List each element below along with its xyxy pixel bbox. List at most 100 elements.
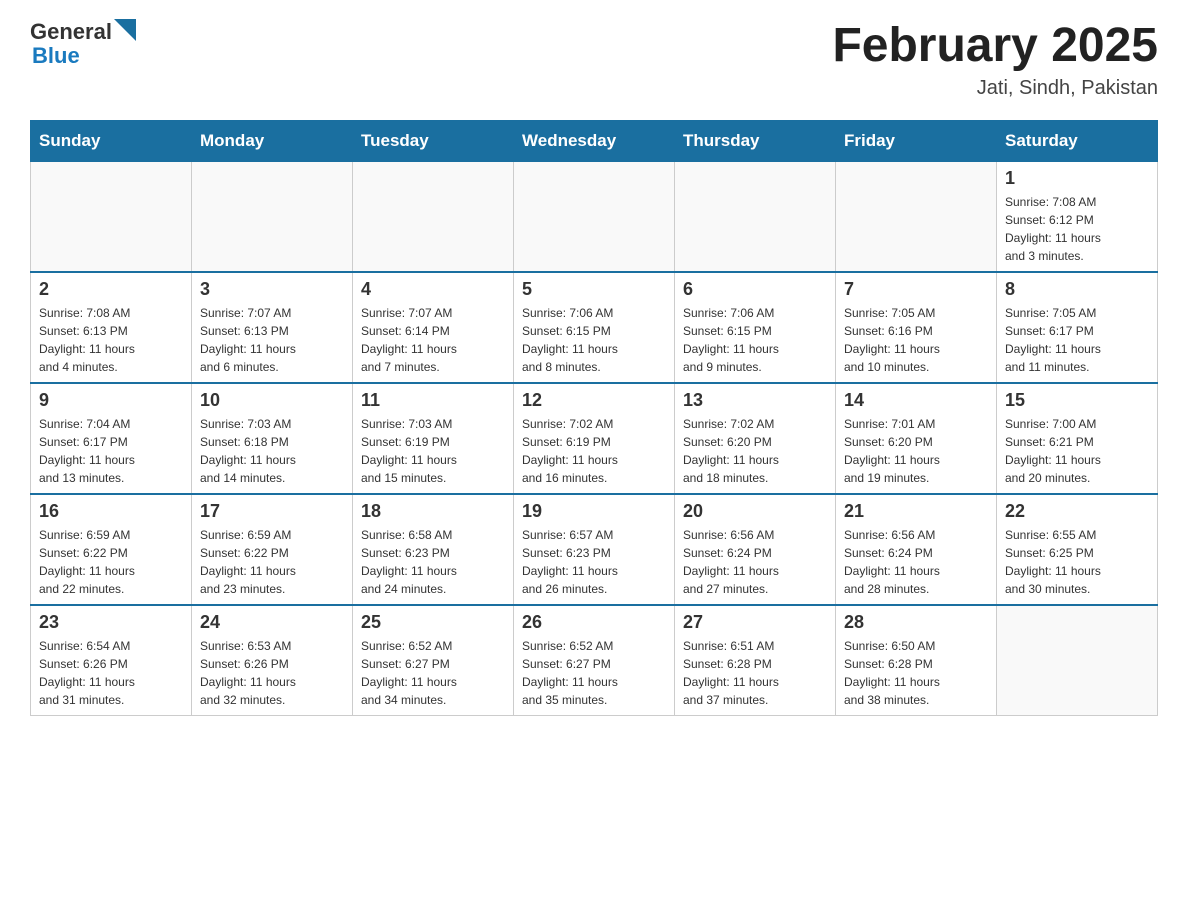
day-info: Sunrise: 6:52 AM Sunset: 6:27 PM Dayligh… bbox=[522, 637, 666, 709]
table-row: 10Sunrise: 7:03 AM Sunset: 6:18 PM Dayli… bbox=[192, 383, 353, 494]
logo-arrow-icon bbox=[114, 19, 136, 41]
header-row: Sunday Monday Tuesday Wednesday Thursday… bbox=[31, 120, 1158, 161]
day-info: Sunrise: 7:05 AM Sunset: 6:16 PM Dayligh… bbox=[844, 304, 988, 376]
day-number: 13 bbox=[683, 390, 827, 411]
table-row: 6 Sunrise: 7:06 AM Sunset: 6:15 PM Daylig… bbox=[675, 272, 836, 383]
calendar-title: February 2025 bbox=[832, 20, 1158, 73]
day-info: Sunrise: 6:53 AM Sunset: 6:26 PM Dayligh… bbox=[200, 637, 344, 709]
table-row: 25 Sunrise: 6:52 AM Sunset: 6:27 PM Dayli… bbox=[353, 605, 514, 716]
day-info: Sunrise: 7:07 AM Sunset: 6:13 PM Dayligh… bbox=[200, 304, 344, 376]
table-row: 19 Sunrise: 6:57 AM Sunset: 6:23 PM Dayli… bbox=[514, 494, 675, 605]
day-info: Sunrise: 7:02 AM Sunset: 6:19 PM Dayligh… bbox=[522, 415, 666, 487]
col-thursday: Thursday bbox=[675, 120, 836, 161]
table-row bbox=[836, 161, 997, 272]
day-info: Sunrise: 6:51 AM Sunset: 6:28 PM Dayligh… bbox=[683, 637, 827, 709]
day-number: 2 bbox=[39, 279, 183, 300]
page-header: General Blue February 2025 Jati, Sindh, … bbox=[30, 20, 1158, 100]
day-number: 22 bbox=[1005, 501, 1149, 522]
day-info: Sunrise: 7:06 AM Sunset: 6:15 PM Dayligh… bbox=[683, 304, 827, 376]
day-info: Sunrise: 7:05 AM Sunset: 6:17 PM Dayligh… bbox=[1005, 304, 1149, 376]
day-number: 18 bbox=[361, 501, 505, 522]
table-row: 16 Sunrise: 6:59 AM Sunset: 6:22 PM Dayli… bbox=[31, 494, 192, 605]
table-row: 23Sunrise: 6:54 AM Sunset: 6:26 PM Dayli… bbox=[31, 605, 192, 716]
table-row: 1Sunrise: 7:08 AM Sunset: 6:12 PM Daylig… bbox=[997, 161, 1158, 272]
week-row-2: 9 Sunrise: 7:04 AM Sunset: 6:17 PM Daylig… bbox=[31, 383, 1158, 494]
day-number: 12 bbox=[522, 390, 666, 411]
day-number: 25 bbox=[361, 612, 505, 633]
day-number: 1 bbox=[1005, 168, 1149, 189]
day-number: 17 bbox=[200, 501, 344, 522]
day-number: 26 bbox=[522, 612, 666, 633]
day-number: 3 bbox=[200, 279, 344, 300]
day-number: 21 bbox=[844, 501, 988, 522]
day-number: 9 bbox=[39, 390, 183, 411]
day-info: Sunrise: 7:06 AM Sunset: 6:15 PM Dayligh… bbox=[522, 304, 666, 376]
table-row: 27 Sunrise: 6:51 AM Sunset: 6:28 PM Dayli… bbox=[675, 605, 836, 716]
week-row-3: 16 Sunrise: 6:59 AM Sunset: 6:22 PM Dayli… bbox=[31, 494, 1158, 605]
table-row: 11 Sunrise: 7:03 AM Sunset: 6:19 PM Dayli… bbox=[353, 383, 514, 494]
title-section: February 2025 Jati, Sindh, Pakistan bbox=[832, 20, 1158, 100]
table-row bbox=[514, 161, 675, 272]
day-info: Sunrise: 6:56 AM Sunset: 6:24 PM Dayligh… bbox=[683, 526, 827, 598]
day-number: 14 bbox=[844, 390, 988, 411]
logo-blue: Blue bbox=[30, 44, 136, 68]
col-sunday: Sunday bbox=[31, 120, 192, 161]
day-number: 5 bbox=[522, 279, 666, 300]
day-info: Sunrise: 6:56 AM Sunset: 6:24 PM Dayligh… bbox=[844, 526, 988, 598]
day-number: 23 bbox=[39, 612, 183, 633]
day-number: 11 bbox=[361, 390, 505, 411]
calendar-subtitle: Jati, Sindh, Pakistan bbox=[832, 77, 1158, 100]
day-info: Sunrise: 6:50 AM Sunset: 6:28 PM Dayligh… bbox=[844, 637, 988, 709]
day-number: 24 bbox=[200, 612, 344, 633]
day-number: 28 bbox=[844, 612, 988, 633]
week-row-1: 2 Sunrise: 7:08 AM Sunset: 6:13 PM Daylig… bbox=[31, 272, 1158, 383]
day-info: Sunrise: 7:00 AM Sunset: 6:21 PM Dayligh… bbox=[1005, 415, 1149, 487]
table-row: 13 Sunrise: 7:02 AM Sunset: 6:20 PM Dayli… bbox=[675, 383, 836, 494]
day-info: Sunrise: 7:07 AM Sunset: 6:14 PM Dayligh… bbox=[361, 304, 505, 376]
table-row: 22 Sunrise: 6:55 AM Sunset: 6:25 PM Dayli… bbox=[997, 494, 1158, 605]
day-info: Sunrise: 6:55 AM Sunset: 6:25 PM Dayligh… bbox=[1005, 526, 1149, 598]
table-row bbox=[353, 161, 514, 272]
week-row-0: 1Sunrise: 7:08 AM Sunset: 6:12 PM Daylig… bbox=[31, 161, 1158, 272]
table-row: 8 Sunrise: 7:05 AM Sunset: 6:17 PM Daylig… bbox=[997, 272, 1158, 383]
day-number: 10 bbox=[200, 390, 344, 411]
day-info: Sunrise: 7:08 AM Sunset: 6:13 PM Dayligh… bbox=[39, 304, 183, 376]
table-row: 20 Sunrise: 6:56 AM Sunset: 6:24 PM Dayli… bbox=[675, 494, 836, 605]
table-row: 26 Sunrise: 6:52 AM Sunset: 6:27 PM Dayli… bbox=[514, 605, 675, 716]
table-row: 7 Sunrise: 7:05 AM Sunset: 6:16 PM Daylig… bbox=[836, 272, 997, 383]
calendar-table: Sunday Monday Tuesday Wednesday Thursday… bbox=[30, 120, 1158, 716]
day-number: 27 bbox=[683, 612, 827, 633]
day-number: 16 bbox=[39, 501, 183, 522]
day-info: Sunrise: 6:59 AM Sunset: 6:22 PM Dayligh… bbox=[39, 526, 183, 598]
table-row: 2 Sunrise: 7:08 AM Sunset: 6:13 PM Daylig… bbox=[31, 272, 192, 383]
logo: General Blue bbox=[30, 20, 136, 68]
day-info: Sunrise: 7:03 AM Sunset: 6:19 PM Dayligh… bbox=[361, 415, 505, 487]
day-info: Sunrise: 6:59 AM Sunset: 6:22 PM Dayligh… bbox=[200, 526, 344, 598]
day-number: 4 bbox=[361, 279, 505, 300]
week-row-4: 23Sunrise: 6:54 AM Sunset: 6:26 PM Dayli… bbox=[31, 605, 1158, 716]
col-saturday: Saturday bbox=[997, 120, 1158, 161]
table-row: 12 Sunrise: 7:02 AM Sunset: 6:19 PM Dayli… bbox=[514, 383, 675, 494]
day-info: Sunrise: 6:52 AM Sunset: 6:27 PM Dayligh… bbox=[361, 637, 505, 709]
table-row bbox=[31, 161, 192, 272]
day-info: Sunrise: 6:58 AM Sunset: 6:23 PM Dayligh… bbox=[361, 526, 505, 598]
col-wednesday: Wednesday bbox=[514, 120, 675, 161]
table-row: 15Sunrise: 7:00 AM Sunset: 6:21 PM Dayli… bbox=[997, 383, 1158, 494]
day-info: Sunrise: 7:02 AM Sunset: 6:20 PM Dayligh… bbox=[683, 415, 827, 487]
day-number: 8 bbox=[1005, 279, 1149, 300]
day-info: Sunrise: 7:01 AM Sunset: 6:20 PM Dayligh… bbox=[844, 415, 988, 487]
day-info: Sunrise: 6:57 AM Sunset: 6:23 PM Dayligh… bbox=[522, 526, 666, 598]
table-row: 28 Sunrise: 6:50 AM Sunset: 6:28 PM Dayli… bbox=[836, 605, 997, 716]
table-row: 17 Sunrise: 6:59 AM Sunset: 6:22 PM Dayli… bbox=[192, 494, 353, 605]
table-row bbox=[675, 161, 836, 272]
day-number: 20 bbox=[683, 501, 827, 522]
day-number: 7 bbox=[844, 279, 988, 300]
day-info: Sunrise: 7:04 AM Sunset: 6:17 PM Dayligh… bbox=[39, 415, 183, 487]
table-row bbox=[997, 605, 1158, 716]
col-tuesday: Tuesday bbox=[353, 120, 514, 161]
table-row: 21 Sunrise: 6:56 AM Sunset: 6:24 PM Dayli… bbox=[836, 494, 997, 605]
day-number: 19 bbox=[522, 501, 666, 522]
day-number: 6 bbox=[683, 279, 827, 300]
table-row: 14 Sunrise: 7:01 AM Sunset: 6:20 PM Dayli… bbox=[836, 383, 997, 494]
logo-general: General bbox=[30, 20, 112, 44]
